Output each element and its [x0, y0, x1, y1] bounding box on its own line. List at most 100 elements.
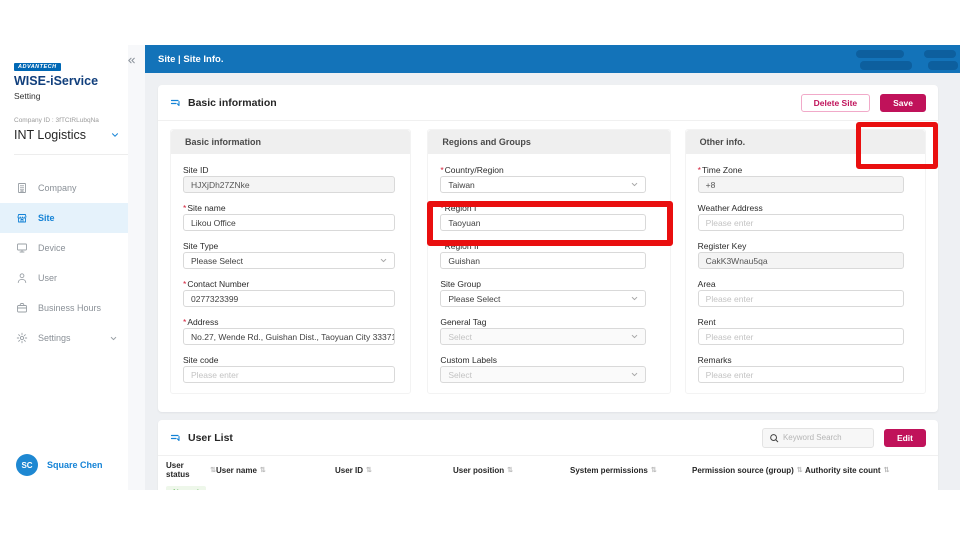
company-selector: Company ID : 3fTCtRLubqNa INT Logistics: [0, 101, 128, 155]
sidebar-item-label: User: [38, 273, 57, 283]
screen: { "sidebar": { "brand": { "badge": "ADVA…: [0, 0, 960, 540]
column-header: Other info.: [686, 130, 925, 154]
input-address[interactable]: No.27, Wende Rd., Guishan Dist., Taoyuan…: [183, 328, 395, 345]
chevron-down-icon[interactable]: [110, 130, 120, 140]
main-area: Site | Site Info. Basic information De: [145, 45, 960, 490]
column-header-label: User name: [216, 466, 257, 475]
content-area: Basic information Delete Site Save Basic…: [145, 73, 960, 490]
input-area[interactable]: Please enter: [698, 290, 904, 307]
input-site-id: HJXjDh27ZNke: [183, 176, 395, 193]
select-general-tag[interactable]: Select: [440, 328, 646, 345]
column-header-user-status[interactable]: User status⇅: [166, 461, 216, 479]
keyword-search-input[interactable]: [783, 433, 863, 442]
sort-icon[interactable]: ⇅: [884, 466, 890, 474]
user-table-header-row: User status⇅User name⇅User ID⇅User posit…: [166, 458, 930, 482]
input-rent[interactable]: Please enter: [698, 328, 904, 345]
column-header-user-id[interactable]: User ID⇅: [335, 466, 453, 475]
sort-icon[interactable]: ⇅: [507, 466, 513, 474]
input-region-i[interactable]: Taoyuan: [440, 214, 646, 231]
edit-button[interactable]: Edit: [884, 429, 926, 447]
redacted-icon: [924, 50, 956, 58]
input-region-ii[interactable]: Guishan: [440, 252, 646, 269]
search-icon: [769, 433, 779, 443]
form-columns: Basic informationSite IDHJXjDh27ZNke*Sit…: [158, 121, 938, 394]
sidebar-item-label: Business Hours: [38, 303, 101, 313]
field-label-address: *Address: [183, 316, 398, 328]
sidebar-item-site[interactable]: Site: [0, 203, 128, 233]
field-label-site-id: Site ID: [183, 164, 398, 176]
field-value: Please Select: [191, 256, 243, 266]
company-id-label: Company ID : 3fTCtRLubqNa: [14, 117, 128, 124]
sidebar-item-device[interactable]: Device: [0, 233, 128, 263]
avatar[interactable]: SC: [16, 454, 38, 476]
sidebar-item-user[interactable]: User: [0, 263, 128, 293]
column-header-user-name[interactable]: User name⇅: [216, 466, 335, 475]
table-cell: Normal: [166, 486, 216, 490]
delete-site-button[interactable]: Delete Site: [801, 94, 870, 112]
field-region-i: *Region I Taoyuan: [440, 202, 657, 231]
select-country-region[interactable]: Taiwan: [440, 176, 646, 193]
column-header-authority-site-count[interactable]: Authority site count⇅: [805, 466, 930, 475]
sidebar-item-business-hours[interactable]: Business Hours: [0, 293, 128, 323]
select-site-group[interactable]: Please Select: [440, 290, 646, 307]
field-value: Likou Office: [191, 218, 236, 228]
sidebar-item-label: Device: [38, 243, 66, 253]
table-row[interactable]: NormalAdministratoradmin@advantech.com.t…: [166, 482, 930, 490]
field-label-site-group: Site Group: [440, 278, 657, 290]
column-header-permission-source-group-[interactable]: Permission source (group)⇅: [692, 466, 805, 475]
sidebar-collapse-icon[interactable]: [119, 51, 143, 69]
site-info-card-header: Basic information Delete Site Save: [158, 85, 938, 121]
company-dropdown[interactable]: INT Logistics: [14, 128, 128, 142]
input-remarks[interactable]: Please enter: [698, 366, 904, 383]
field-label-general-tag: General Tag: [440, 316, 657, 328]
input-site-name[interactable]: Likou Office: [183, 214, 395, 231]
keyword-search[interactable]: [762, 428, 874, 448]
field-value: No.27, Wende Rd., Guishan Dist., Taoyuan…: [191, 332, 395, 342]
required-asterisk: *: [698, 165, 701, 175]
column-header-system-permissions[interactable]: System permissions⇅: [570, 466, 692, 475]
column-header: Regions and Groups: [428, 130, 669, 154]
select-site-type[interactable]: Please Select: [183, 252, 395, 269]
select-custom-labels[interactable]: Select: [440, 366, 646, 383]
sort-icon[interactable]: ⇅: [366, 466, 372, 474]
user-list-card-header: User List Edit: [158, 420, 938, 456]
input-contact-number[interactable]: 0277323399: [183, 290, 395, 307]
field-label-region-ii: *Region II: [440, 240, 657, 252]
column-header-user-position[interactable]: User position⇅: [453, 466, 570, 475]
field-value: Guishan: [448, 256, 480, 266]
field-remarks: RemarksPlease enter: [698, 354, 913, 383]
sort-icon[interactable]: ⇅: [797, 466, 803, 474]
input-site-code[interactable]: Please enter: [183, 366, 395, 383]
field-value: Taoyuan: [448, 218, 480, 228]
field-label-register-key: Register Key: [698, 240, 913, 252]
monitor-icon: [16, 242, 28, 254]
required-asterisk: *: [440, 165, 443, 175]
chevron-down-icon: [630, 180, 639, 189]
sidebar-item-settings[interactable]: Settings: [0, 323, 128, 353]
redacted-icon: [860, 61, 912, 70]
field-value: Taiwan: [448, 180, 474, 190]
user-list-card-title: User List: [170, 432, 233, 444]
sort-icon[interactable]: ⇅: [651, 466, 657, 474]
sidebar-item-company[interactable]: Company: [0, 173, 128, 203]
table-cell: Administrator: [216, 488, 335, 491]
field-time-zone: *Time Zone+8: [698, 164, 913, 193]
divider: [14, 154, 128, 155]
column-header-label: Authority site count: [805, 466, 881, 475]
input-weather-address[interactable]: Please enter: [698, 214, 904, 231]
app-subtitle: Setting: [14, 91, 128, 101]
user-table-body: NormalAdministratoradmin@advantech.com.t…: [166, 482, 930, 490]
field-label-contact-number: *Contact Number: [183, 278, 398, 290]
table-cell: Admin: [453, 488, 570, 491]
field-label-rent: Rent: [698, 316, 913, 328]
input-time-zone: +8: [698, 176, 904, 193]
sort-icon[interactable]: ⇅: [260, 466, 266, 474]
field-general-tag: General TagSelect: [440, 316, 657, 345]
field-site-type: Site TypePlease Select: [183, 240, 398, 269]
field-label-region-i: *Region I: [440, 202, 657, 214]
column-body: *Country/RegionTaiwan*Region ITaoyuan*Re…: [428, 154, 669, 393]
save-button[interactable]: Save: [880, 94, 926, 112]
account-block[interactable]: SC Square Chen: [16, 454, 103, 476]
field-value: Please enter: [191, 370, 239, 380]
redacted-icon: [928, 61, 958, 70]
